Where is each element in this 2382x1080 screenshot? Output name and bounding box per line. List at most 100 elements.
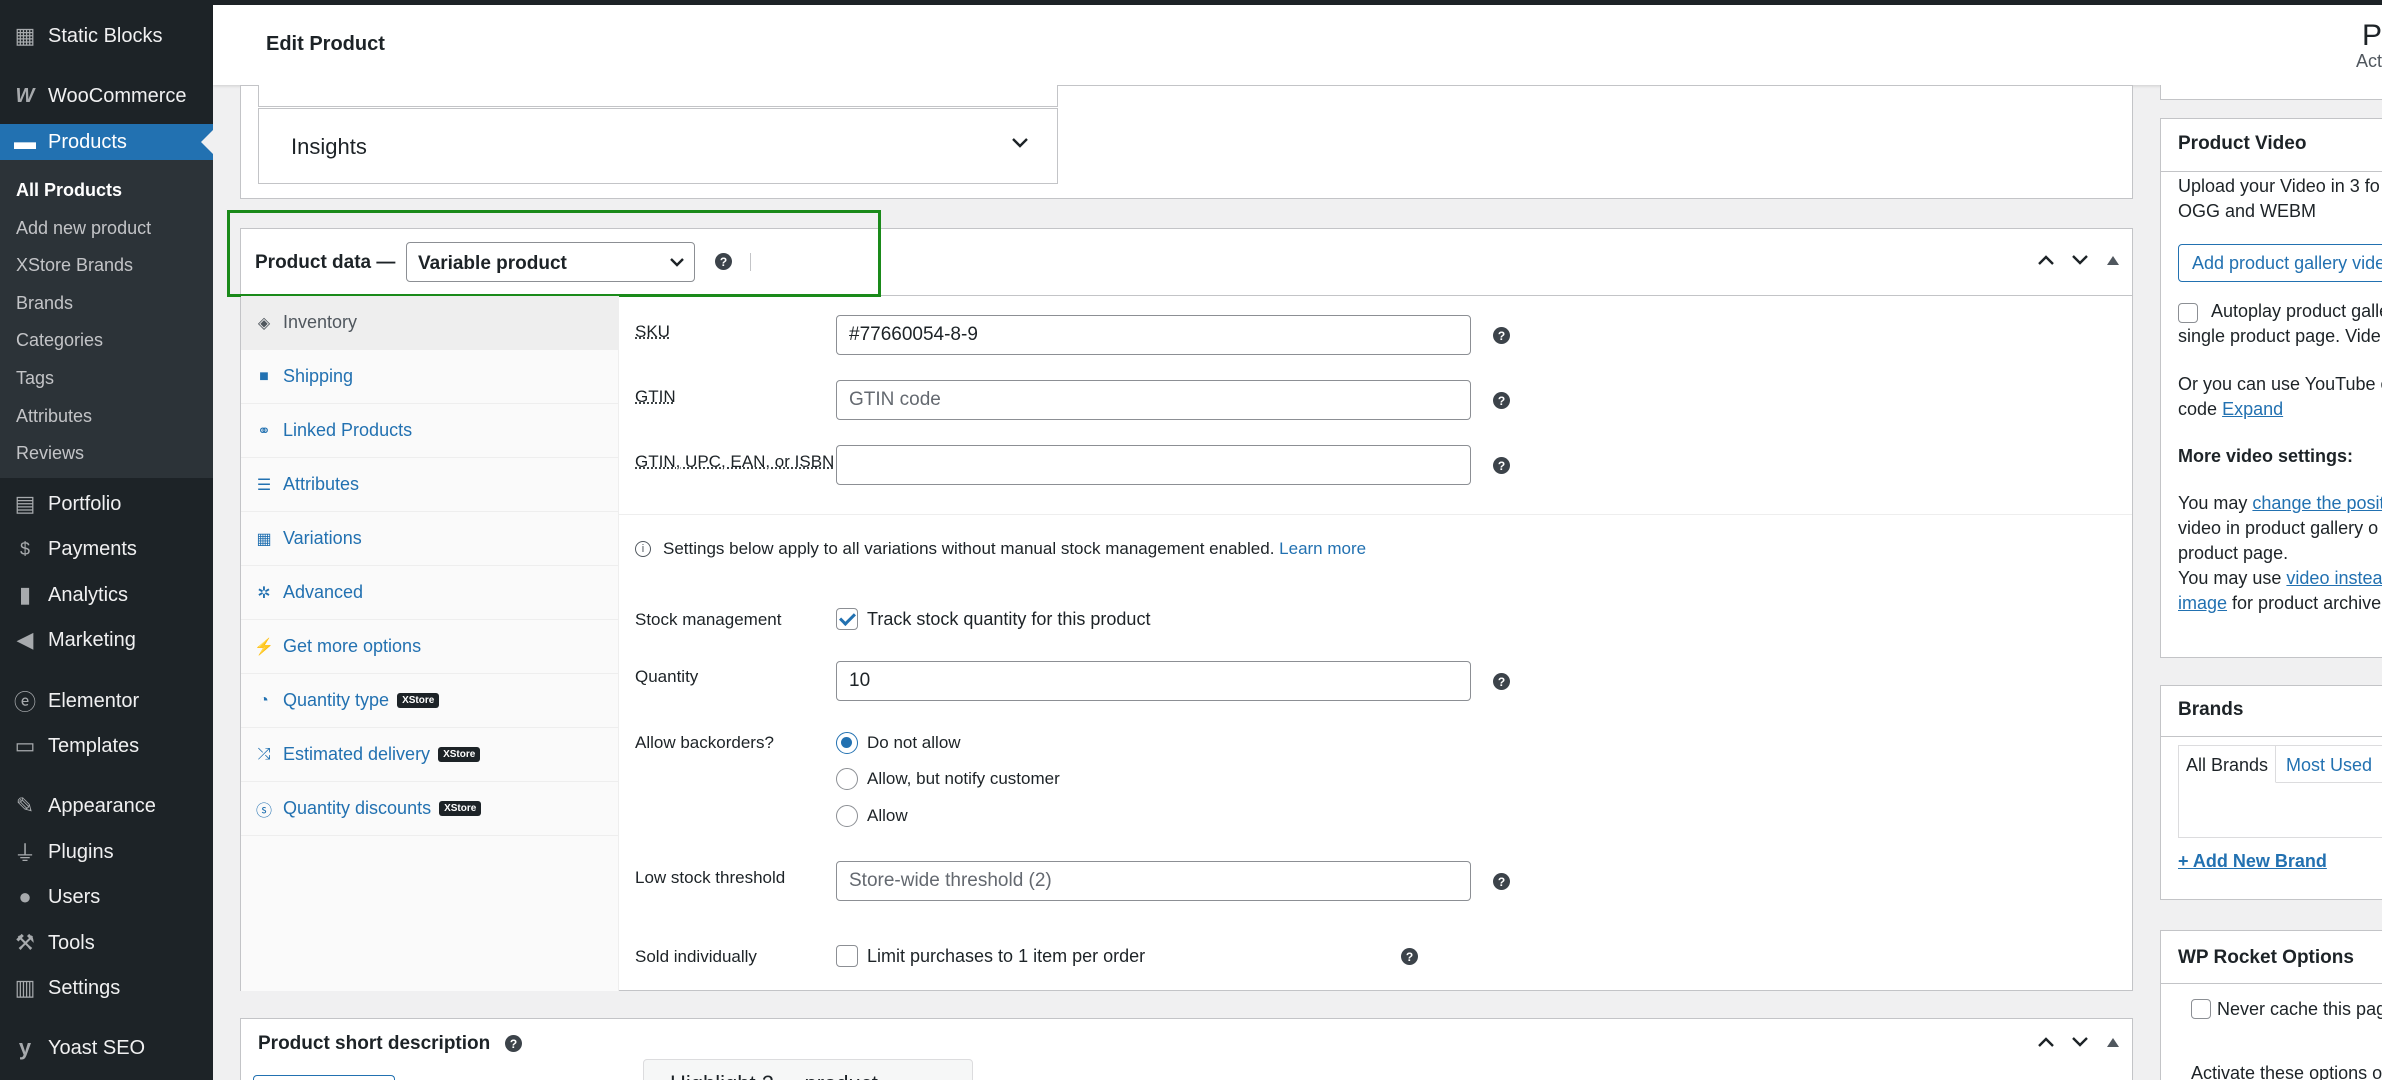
tab-get-more-options[interactable]: ⚡ Get more options	[241, 620, 618, 674]
sidebar-item-payments[interactable]: $ Payments	[0, 531, 213, 567]
product-data-box: Product data — Variable product ? ◈ Inven…	[240, 228, 2133, 991]
help-icon[interactable]: ?	[505, 1035, 522, 1052]
tab-estimated-delivery[interactable]: ⤮ Estimated delivery XStore	[241, 728, 618, 782]
expand-link[interactable]: Expand	[2222, 399, 2283, 419]
gtin-upc-input[interactable]	[836, 445, 1471, 485]
quantity-input[interactable]	[836, 661, 1471, 701]
products-submenu: All Products Add new product XStore Bran…	[0, 160, 213, 478]
change-position-link[interactable]: change the posit	[2252, 493, 2382, 513]
submenu-brands[interactable]: Brands	[16, 293, 73, 314]
notice: i Settings below apply to all variations…	[635, 539, 1366, 559]
archive-icon: ▬	[12, 129, 38, 155]
chevron-up-icon[interactable]	[2037, 1036, 2055, 1048]
bar-chart-icon: ▮	[12, 582, 38, 608]
tab-all-brands[interactable]: All Brands	[2179, 746, 2276, 783]
sliders-icon: ▥	[12, 975, 38, 1001]
tab-advanced[interactable]: ✲ Advanced	[241, 566, 618, 620]
sidebar-item-woocommerce[interactable]: W WooCommerce	[0, 78, 213, 114]
help-icon[interactable]: ?	[1493, 873, 1510, 890]
submenu-xstore-brands[interactable]: XStore Brands	[16, 255, 133, 276]
chevron-down-icon[interactable]	[2071, 254, 2089, 266]
sku-label: SKU	[635, 322, 670, 342]
more-video-settings: More video settings:	[2178, 444, 2353, 469]
youtube-text: Or you can use YouTube o	[2178, 372, 2382, 397]
gtin-upc-label: GTIN, UPC, EAN, or ISBN	[635, 452, 834, 472]
sku-input[interactable]	[836, 315, 1471, 355]
tab-quantity-discounts[interactable]: ⓢ Quantity discounts XStore	[241, 782, 618, 836]
folder-icon: ▭	[12, 733, 38, 759]
never-cache-checkbox[interactable]	[2191, 999, 2211, 1019]
sidebar-item-analytics[interactable]: ▮ Analytics	[0, 577, 213, 613]
autoplay-checkbox[interactable]	[2178, 303, 2198, 323]
sidebar-item-users[interactable]: ● Users	[0, 879, 213, 915]
sidebar-item-static-blocks[interactable]: ▦ Static Blocks	[0, 18, 213, 54]
shuffle-icon: ⤮	[255, 746, 273, 764]
sold-individually-checkbox[interactable]	[836, 945, 858, 967]
payments-icon: $	[12, 536, 38, 562]
sidebar-item-appearance[interactable]: ✎ Appearance	[0, 788, 213, 824]
elementor-icon: ⓔ	[12, 688, 38, 714]
plug-icon: ⏚	[12, 839, 38, 865]
help-icon[interactable]: ?	[1493, 392, 1510, 409]
truck-icon: ■	[255, 368, 273, 386]
submenu-reviews[interactable]: Reviews	[16, 443, 84, 464]
admin-sidebar: ▦ Static Blocks W WooCommerce ▬ Products Al…	[0, 0, 213, 1080]
xstore-badge: XStore	[397, 693, 439, 708]
caret-up-icon[interactable]	[2107, 256, 2119, 265]
help-icon[interactable]: ?	[1493, 457, 1510, 474]
video-intro: Upload your Video in 3 fo	[2178, 174, 2380, 199]
tab-attributes[interactable]: ☰ Attributes	[241, 458, 618, 512]
track-stock-checkbox[interactable]	[836, 608, 858, 630]
header-activity-text[interactable]: Act	[2356, 51, 2382, 72]
product-video-title: Product Video	[2178, 133, 2306, 155]
submenu-add-new-product[interactable]: Add new product	[16, 218, 151, 239]
backorders-radio-allow[interactable]	[836, 805, 858, 827]
add-product-gallery-video-button[interactable]: Add product gallery vide	[2178, 244, 2382, 282]
caret-up-icon[interactable]	[2107, 1038, 2119, 1047]
help-icon[interactable]: ?	[1493, 327, 1510, 344]
tab-shipping[interactable]: ■ Shipping	[241, 350, 618, 404]
insights-panel[interactable]: Insights	[258, 108, 1058, 184]
add-media-button[interactable]	[253, 1075, 395, 1080]
sidebar-item-portfolio[interactable]: ▤ Portfolio	[0, 486, 213, 522]
wp-rocket-title: WP Rocket Options	[2178, 947, 2354, 969]
sidebar-item-templates[interactable]: ▭ Templates	[0, 728, 213, 764]
submenu-all-products[interactable]: All Products	[16, 180, 122, 201]
submenu-attributes[interactable]: Attributes	[16, 406, 92, 427]
image-link[interactable]: image	[2178, 593, 2227, 613]
gtin-label: GTIN	[635, 387, 676, 407]
help-icon[interactable]: ?	[1401, 948, 1418, 965]
low-stock-input[interactable]	[836, 861, 1471, 901]
chevron-down-icon[interactable]	[2071, 1036, 2089, 1048]
sidebar-item-tools[interactable]: ⚒ Tools	[0, 925, 213, 961]
video-instead-link[interactable]: video instea	[2286, 568, 2382, 588]
sidebar-item-plugins[interactable]: ⏚ Plugins	[0, 834, 213, 870]
sidebar-item-yoast-seo[interactable]: y Yoast SEO	[0, 1030, 213, 1066]
plug-icon: ⚡	[255, 637, 273, 657]
submenu-tags[interactable]: Tags	[16, 368, 54, 389]
tab-most-used[interactable]: Most Used	[2276, 746, 2382, 783]
backorders-radio-no[interactable]	[836, 732, 858, 754]
sidebar-item-products[interactable]: ▬ Products	[0, 124, 213, 160]
help-icon[interactable]: ?	[1493, 673, 1510, 690]
backorders-radio-notify[interactable]	[836, 768, 858, 790]
video-intro-2: OGG and WEBM	[2178, 199, 2316, 224]
tab-variations[interactable]: ▦ Variations	[241, 512, 618, 566]
tab-quantity-type[interactable]: ◔ Quantity type XStore	[241, 674, 618, 728]
tab-inventory[interactable]: ◈ Inventory	[241, 296, 618, 350]
submenu-categories[interactable]: Categories	[16, 330, 103, 351]
learn-more-link[interactable]: Learn more	[1279, 539, 1366, 559]
product-video-box: Product Video Upload your Video in 3 fo …	[2160, 118, 2382, 658]
chevron-down-icon[interactable]	[1011, 137, 1029, 149]
backorders-option-label: Allow	[867, 806, 908, 826]
gtin-input[interactable]	[836, 380, 1471, 420]
add-new-brand-link[interactable]: + Add New Brand	[2178, 851, 2327, 872]
brands-title: Brands	[2178, 699, 2243, 721]
chevron-up-icon[interactable]	[2037, 254, 2055, 266]
sidebar-item-elementor[interactable]: ⓔ Elementor	[0, 683, 213, 719]
stock-management-label: Stock management	[635, 610, 781, 630]
tag-icon: ◈	[255, 313, 273, 333]
tab-linked-products[interactable]: ⚭ Linked Products	[241, 404, 618, 458]
sidebar-item-marketing[interactable]: ◀ Marketing	[0, 622, 213, 658]
sidebar-item-settings[interactable]: ▥ Settings	[0, 970, 213, 1006]
